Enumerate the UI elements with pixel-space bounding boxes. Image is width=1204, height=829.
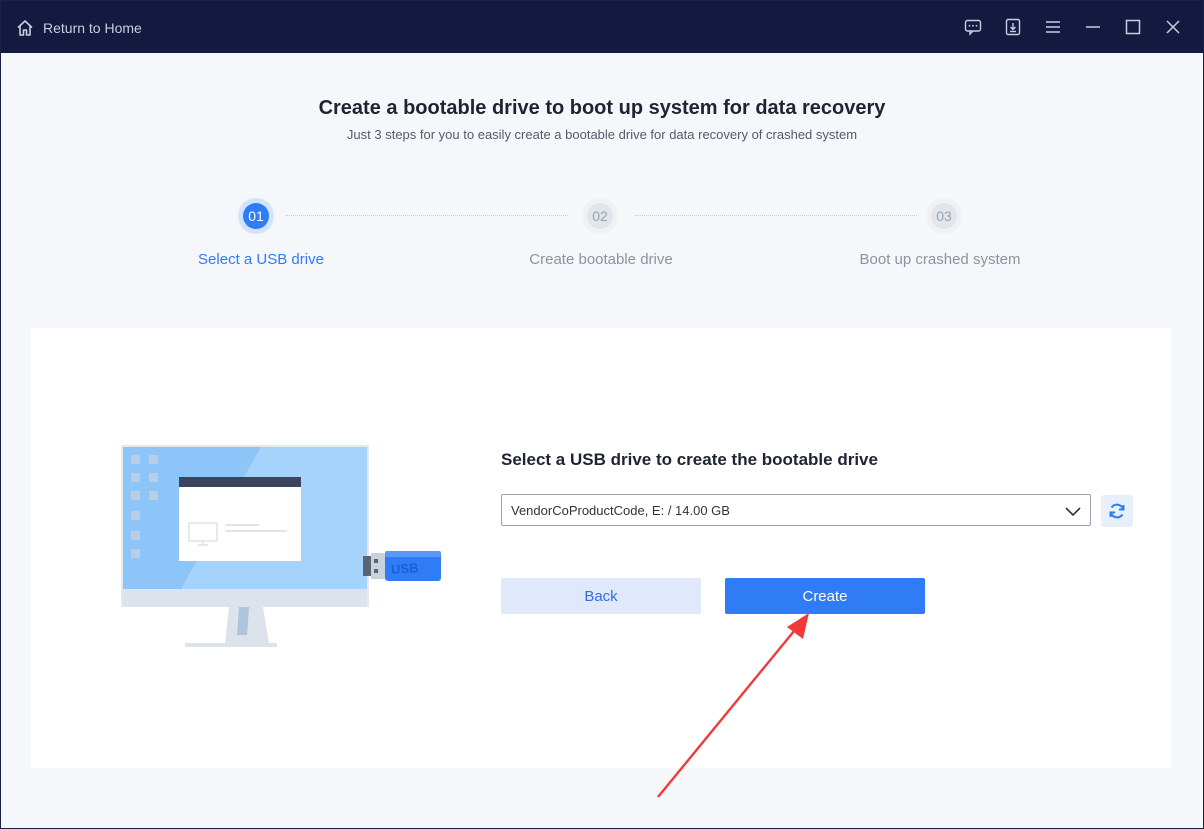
page-title: Create a bootable drive to boot up syste… bbox=[318, 97, 886, 119]
page-subtitle: Just 3 steps for you to easily create a … bbox=[346, 127, 858, 142]
maximize-icon bbox=[1125, 19, 1141, 35]
refresh-icon bbox=[1109, 503, 1125, 519]
close-button[interactable] bbox=[1153, 13, 1193, 41]
step-1-number: 01 bbox=[243, 203, 269, 229]
menu-button[interactable] bbox=[1033, 13, 1073, 41]
title-bar: Return to Home bbox=[1, 1, 1203, 53]
usb-select-prompt: Select a USB drive to create the bootabl… bbox=[501, 450, 878, 469]
menu-icon bbox=[1046, 21, 1060, 33]
step-connector-2 bbox=[635, 215, 917, 216]
step-connector-1 bbox=[286, 215, 568, 216]
step-1-label: Select a USB drive bbox=[198, 251, 324, 268]
close-icon bbox=[1166, 20, 1180, 34]
minimize-button[interactable] bbox=[1073, 13, 1113, 41]
usb-drive-dropdown[interactable]: VendorCoProductCode, E: / 14.00 GB bbox=[501, 494, 1091, 526]
step-2-label: Create bootable drive bbox=[529, 251, 673, 268]
create-button[interactable]: Create bbox=[725, 578, 925, 614]
stepper: 01 02 03 Select a USB drive Create boota… bbox=[1, 197, 1203, 277]
usb-drive-selected-value: VendorCoProductCode, E: / 14.00 GB bbox=[511, 502, 730, 518]
step-3-number: 03 bbox=[931, 203, 957, 229]
feedback-icon bbox=[964, 19, 982, 36]
return-home-button[interactable]: Return to Home bbox=[15, 17, 142, 39]
main-panel: USB Select a USB drive to create the boo… bbox=[31, 328, 1171, 768]
step-3-label: Boot up crashed system bbox=[859, 251, 1021, 268]
step-2-number: 02 bbox=[587, 203, 613, 229]
return-home-label: Return to Home bbox=[43, 20, 142, 36]
download-icon bbox=[1005, 18, 1021, 36]
download-button[interactable] bbox=[993, 13, 1033, 41]
maximize-button[interactable] bbox=[1113, 13, 1153, 41]
refresh-drives-button[interactable] bbox=[1101, 495, 1133, 527]
computer-usb-illustration: USB bbox=[121, 445, 441, 647]
window-controls bbox=[953, 13, 1193, 41]
usb-drive-label: USB bbox=[390, 560, 418, 577]
chevron-down-icon bbox=[1065, 507, 1081, 517]
app-window: Return to Home Create a bootable drive t… bbox=[0, 0, 1204, 829]
home-icon bbox=[17, 20, 33, 36]
back-button[interactable]: Back bbox=[501, 578, 701, 614]
minimize-icon bbox=[1086, 26, 1100, 28]
feedback-button[interactable] bbox=[953, 13, 993, 41]
